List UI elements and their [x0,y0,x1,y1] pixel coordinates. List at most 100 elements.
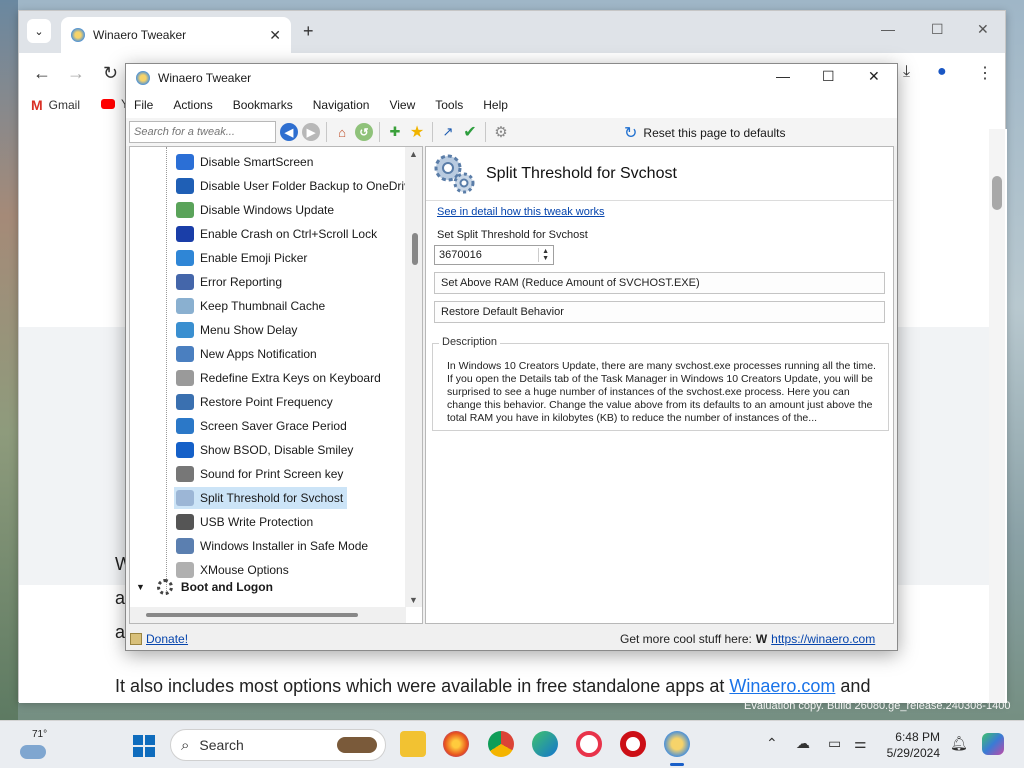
tree-item[interactable]: XMouse Options [174,559,293,581]
donate-link[interactable]: Donate! [130,632,188,646]
bookmarks-star-icon[interactable]: ★ [408,123,426,141]
tree-item-label: Keep Thumbnail Cache [200,299,326,313]
tree-item[interactable]: Restore Point Frequency [174,391,337,413]
tree-item[interactable]: Split Threshold for Svchost [174,487,348,509]
threshold-spinbox[interactable]: 3670016 ▲ ▼ [434,245,554,265]
tree-item[interactable]: Redefine Extra Keys on Keyboard [174,367,385,389]
tree-item[interactable]: USB Write Protection [174,511,317,533]
firefox-icon[interactable] [443,731,469,757]
set-above-ram-button[interactable]: Set Above RAM (Reduce Amount of SVCHOST.… [434,272,885,294]
scroll-up-icon[interactable]: ▲ [409,149,418,159]
tree-item[interactable]: Keep Thumbnail Cache [174,295,329,317]
tab-close-icon[interactable]: ✕ [269,27,281,44]
back-arrow-icon[interactable]: ◀ [280,123,298,141]
menu-actions[interactable]: Actions [171,98,222,112]
apply-check-icon[interactable]: ✔ [461,123,479,141]
menu-help[interactable]: Help [481,98,518,112]
windows-logo-tile [145,747,155,757]
tree-vertical-scrollbar[interactable]: ▲ ▼ [405,147,422,607]
home-icon[interactable]: ⌂ [333,123,351,141]
tab-search-button[interactable]: ⌄ [27,19,51,43]
taskbar-clock[interactable]: 6:48 PM 5/29/2024 [884,729,940,761]
spin-arrows-icon[interactable]: ▲ ▼ [538,248,549,262]
winaero-site-link[interactable]: https://winaero.com [771,632,875,646]
tree-item[interactable]: Disable Windows Update [174,199,338,221]
back-icon[interactable]: ← [33,63,51,84]
forward-icon[interactable]: → [67,63,85,84]
winaero-taskbar-icon[interactable] [664,731,690,757]
menu-tools[interactable]: Tools [433,98,473,112]
settings-gear-icon[interactable]: ⚙ [492,123,510,141]
new-tab-button[interactable]: + [303,21,314,42]
gmail-icon: M [31,97,43,113]
maximize-icon[interactable]: ☐ [931,21,944,38]
weather-widget[interactable]: 71° [20,727,60,763]
screen-icon[interactable]: ▭ [828,735,841,752]
forward-arrow-icon[interactable]: ▶ [302,123,320,141]
tree-item[interactable]: Disable SmartScreen [174,151,317,173]
app-minimize-icon[interactable]: — [776,68,790,84]
reset-page-button[interactable]: ↻ Reset this page to defaults [624,123,786,143]
tree-scroll-thumb[interactable] [412,233,418,265]
wifi-sound-icon[interactable]: ⚌ [854,735,867,752]
gears-icon [434,154,475,193]
tree-item[interactable]: New Apps Notification [174,343,321,365]
tree-item[interactable]: Menu Show Delay [174,319,301,341]
menu-view[interactable]: View [387,98,425,112]
tree-group-boot-and-logon[interactable]: ▼ Boot and Logon [136,579,273,595]
tweak-details-link[interactable]: See in detail how this tweak works [437,206,605,218]
page-scroll-thumb[interactable] [992,176,1002,210]
copilot-icon[interactable] [982,733,1004,755]
tree-item[interactable]: Screen Saver Grace Period [174,415,351,437]
start-button[interactable] [133,735,155,757]
shortcut-icon[interactable]: ↗ [439,123,457,141]
onedrive-off-icon[interactable]: ☁ [796,735,810,752]
download-icon[interactable]: ⤓ [903,63,910,81]
tree-item[interactable]: Disable User Folder Backup to OneDrive [174,175,421,197]
menu-file[interactable]: File [132,98,163,112]
menu-bookmarks[interactable]: Bookmarks [231,98,303,112]
taskbar-search[interactable]: ⌕ Search [170,729,386,761]
bookmark-gmail[interactable]: M Gmail [31,97,80,113]
add-bookmark-icon[interactable]: ✚ [386,123,404,141]
app-maximize-icon[interactable]: ☐ [822,68,835,85]
tree-item[interactable]: Enable Emoji Picker [174,247,311,269]
notification-bell-icon[interactable]: 🔔︎ [950,735,968,752]
tree-item[interactable]: Sound for Print Screen key [174,463,347,485]
tree-horizontal-scrollbar[interactable] [130,607,406,623]
tree-item[interactable]: Enable Crash on Ctrl+Scroll Lock [174,223,381,245]
tree-item-label: Show BSOD, Disable Smiley [200,443,354,457]
tree-hscroll-thumb[interactable] [146,613,358,617]
edge-icon[interactable] [532,731,558,757]
reload-icon[interactable]: ↻ [103,63,118,84]
app-close-icon[interactable]: ✕ [868,68,880,85]
tree-item[interactable]: Show BSOD, Disable Smiley [174,439,357,461]
page-scrollbar[interactable] [989,129,1005,703]
tree-item-label: XMouse Options [200,563,289,577]
scroll-down-icon[interactable]: ▼ [409,595,418,605]
more-stuff: Get more cool stuff here: W https://wina… [620,632,875,646]
close-icon[interactable]: ✕ [977,21,989,38]
refresh-icon[interactable]: ↺ [355,123,373,141]
restore-default-button[interactable]: Restore Default Behavior [434,301,885,323]
menu-dots-icon[interactable]: ⋮ [977,63,993,83]
file-explorer-icon[interactable] [400,731,426,757]
opera-gx-icon[interactable] [576,731,602,757]
browser-tab[interactable]: Winaero Tweaker ✕ [61,17,291,53]
tree-item-label: Menu Show Delay [200,323,298,337]
profile-icon[interactable]: ● [937,63,947,81]
tweak-search-input[interactable] [129,121,276,143]
chevron-down-icon[interactable]: ▼ [136,582,145,592]
winaero-link[interactable]: Winaero.com [729,676,835,696]
tree-item-label: Redefine Extra Keys on Keyboard [200,371,381,385]
tray-chevron-up-icon[interactable]: ⌃ [766,735,778,752]
app-logo-icon [136,71,150,85]
opera-icon[interactable] [620,731,646,757]
minimize-icon[interactable]: — [881,21,895,37]
app-titlebar: Winaero Tweaker — ☐ ✕ [126,64,897,92]
chrome-icon[interactable] [488,731,514,757]
menu-navigation[interactable]: Navigation [311,98,380,112]
tree-item[interactable]: Windows Installer in Safe Mode [174,535,372,557]
tree-item[interactable]: Error Reporting [174,271,286,293]
tree-item-label: Enable Crash on Ctrl+Scroll Lock [200,227,378,241]
